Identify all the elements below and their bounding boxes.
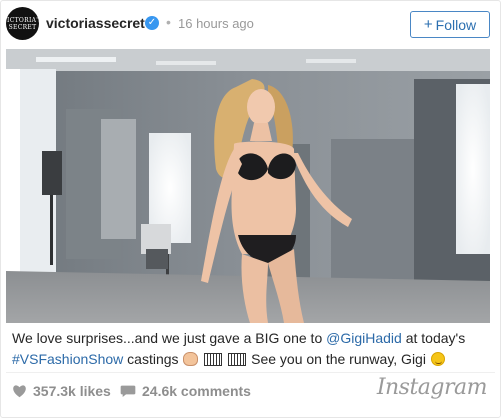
follow-button[interactable]: + Follow <box>410 11 490 38</box>
post-caption: We love surprises...and we just gave a B… <box>12 328 492 370</box>
winking-face-icon <box>430 352 445 366</box>
plus-icon: + <box>423 16 433 33</box>
instagram-logo[interactable]: Instagram <box>377 375 488 400</box>
comments-label: 24.6k comments <box>142 383 251 399</box>
unsupported-emoji-icon <box>228 353 247 366</box>
instagram-embed-card: VICTORIA'S SECRET victoriassecret ✓ • 16… <box>0 0 501 418</box>
unsupported-emoji-icon <box>204 353 223 366</box>
footer-divider <box>6 372 495 373</box>
mention-link[interactable]: @GigiHadid <box>326 330 402 346</box>
post-timestamp[interactable]: 16 hours ago <box>178 16 254 31</box>
separator-dot: • <box>166 14 171 30</box>
caption-text: We love surprises...and we just gave a B… <box>12 330 327 346</box>
caption-text: at today's <box>401 330 466 346</box>
hashtag-link[interactable]: #VSFashionShow <box>12 351 123 367</box>
post-footer: 357.3k likes 24.6k comments Instagram <box>1 375 500 403</box>
comments-count[interactable]: 24.6k comments <box>120 383 251 399</box>
likes-count[interactable]: 357.3k likes <box>12 383 111 399</box>
comment-bubble-icon <box>120 385 136 397</box>
follow-label: Follow <box>435 16 477 33</box>
caption-text: See you on the runway, Gigi <box>247 351 430 367</box>
likes-label: 357.3k likes <box>33 383 111 399</box>
caption-text: castings <box>123 351 183 367</box>
clapping-hands-icon <box>183 352 199 366</box>
avatar-logo-text: VICTORIA'S SECRET <box>2 16 43 31</box>
profile-avatar[interactable]: VICTORIA'S SECRET <box>2 7 42 40</box>
post-header: VICTORIA'S SECRET victoriassecret ✓ • 16… <box>1 1 500 49</box>
photo-illustration <box>6 49 490 323</box>
username-link[interactable]: victoriassecret <box>46 15 145 31</box>
heart-icon <box>13 385 26 398</box>
post-photo[interactable] <box>6 49 490 323</box>
verified-badge-icon: ✓ <box>145 16 159 30</box>
